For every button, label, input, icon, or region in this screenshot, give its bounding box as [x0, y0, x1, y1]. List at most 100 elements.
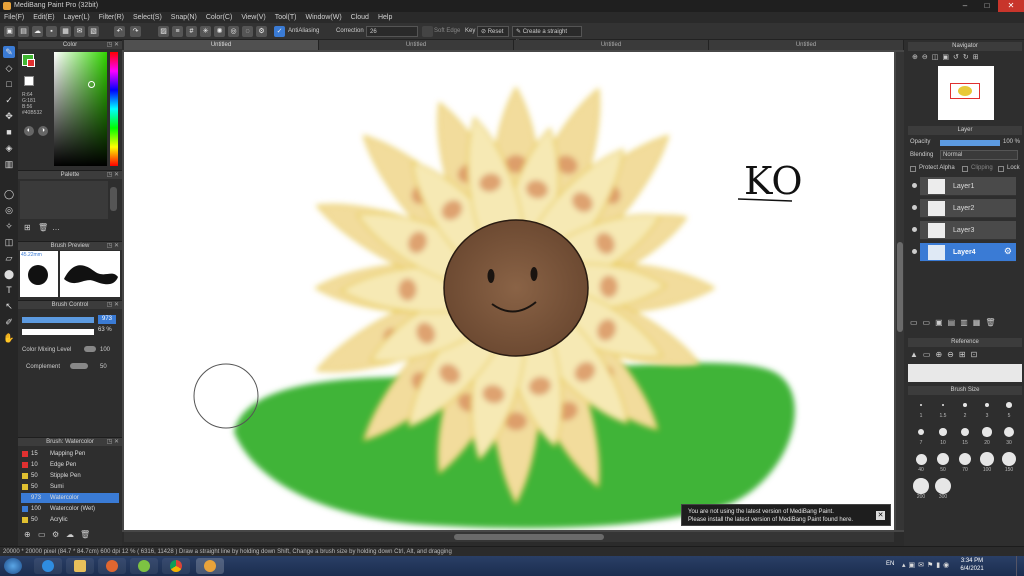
drawing-canvas[interactable]: KO — [124, 52, 894, 530]
brush-size-dot[interactable] — [984, 402, 990, 408]
panel-buttons-icon[interactable]: ◳ ✕ — [107, 41, 119, 50]
menu-select[interactable]: Select(S) — [133, 12, 162, 23]
palette-menu-icon[interactable]: … — [52, 223, 60, 232]
size-value[interactable]: 973 — [98, 315, 116, 324]
color-mode-icon[interactable]: ◐ — [24, 126, 34, 136]
brush-size-dot[interactable] — [963, 403, 967, 407]
taskbar-medibang[interactable] — [130, 558, 158, 574]
brush-size-dot[interactable] — [935, 478, 951, 494]
clipping-checkbox[interactable] — [962, 166, 968, 172]
hand-tool-icon[interactable]: ✋ — [3, 332, 15, 344]
delete-palette-icon[interactable]: 🗑 — [38, 223, 48, 232]
panel-buttons-icon[interactable]: ◳ ✕ — [107, 301, 119, 310]
brush-size-dot[interactable] — [913, 478, 929, 494]
taskbar-media[interactable] — [98, 558, 126, 574]
tray-icons[interactable]: ▴▣✉⚑▮◉ — [902, 561, 952, 569]
horizontal-scrollbar[interactable] — [124, 532, 894, 542]
divide-tool-icon[interactable]: ▱ — [3, 252, 15, 264]
straight-line-button[interactable]: ✎ Create a straight line — [512, 26, 582, 46]
layer-row-1[interactable]: Layer1 — [912, 177, 1016, 196]
export-icon[interactable]: ▦ — [60, 26, 71, 37]
correction-select[interactable]: 26 — [366, 26, 418, 37]
brush-item[interactable]: 50 Stipple Pen — [21, 471, 119, 481]
brush-item[interactable]: 100 Watercolor (Wet) — [21, 504, 119, 514]
brush-item[interactable]: 10 Edge Pen — [21, 460, 119, 470]
brush-item[interactable]: 973 Watercolor — [21, 493, 119, 503]
visibility-icon[interactable] — [912, 227, 917, 232]
gradient-tool-icon[interactable]: ▥ — [3, 158, 15, 170]
brush-size-dot[interactable] — [941, 403, 945, 407]
layer-action-icons[interactable]: ▭▭▣▤▥▦🗑 — [910, 318, 1001, 327]
add-brush-icon[interactable]: ⊕ — [24, 530, 31, 539]
brush-item[interactable]: 15 Mapping Pen — [21, 449, 119, 459]
panel-buttons-icon[interactable]: ◳ ✕ — [107, 242, 119, 251]
show-desktop-button[interactable] — [1016, 556, 1024, 576]
rect-select-icon[interactable]: □ — [3, 78, 15, 90]
antialias-checkbox[interactable]: ✓ — [274, 26, 285, 37]
brush-size-dot[interactable] — [1001, 451, 1017, 467]
panel-buttons-icon[interactable]: ◳ ✕ — [107, 171, 119, 180]
visibility-icon[interactable] — [912, 183, 917, 188]
taskbar-medibang-pro[interactable] — [196, 558, 224, 574]
brush-size-dot[interactable] — [1003, 426, 1015, 438]
visibility-icon[interactable] — [912, 249, 917, 254]
brush-cloud-icon[interactable]: ☁ — [66, 530, 74, 539]
complement-knob[interactable] — [70, 363, 88, 369]
brush-tool-icon[interactable]: ✎ — [3, 46, 15, 58]
tab-canvas-3[interactable]: Untitled — [514, 40, 709, 50]
color-wheel-icon[interactable]: ◑ — [38, 126, 48, 136]
brush-delete-icon[interactable]: 🗑 — [80, 530, 90, 539]
reference-tools[interactable]: ▲▭⊕⊖⊞⊡ — [910, 350, 982, 359]
taskbar-chrome[interactable] — [162, 558, 190, 574]
background-color-swatch[interactable] — [24, 76, 34, 86]
vertical-scrollbar[interactable] — [896, 52, 904, 530]
snap-off-icon[interactable]: ▨ — [158, 26, 169, 37]
menu-file[interactable]: File(F) — [4, 12, 24, 23]
navigator-preview[interactable] — [938, 66, 994, 120]
eyedropper-tool-icon[interactable]: ✐ — [3, 316, 15, 328]
protect-alpha-checkbox[interactable] — [910, 166, 916, 172]
cloud-icon[interactable]: ☁ — [32, 26, 43, 37]
menu-cloud[interactable]: Cloud — [351, 12, 369, 23]
menu-color[interactable]: Color(C) — [206, 12, 232, 23]
tab-canvas-4[interactable]: Untitled — [709, 40, 904, 50]
brush-size-dot[interactable] — [958, 452, 972, 466]
layer-settings-icon[interactable]: ⚙ — [1004, 246, 1012, 257]
brush-size-dot[interactable] — [939, 428, 947, 436]
open-icon[interactable]: ▤ — [18, 26, 29, 37]
menu-edit[interactable]: Edit(E) — [33, 12, 54, 23]
blending-select[interactable]: Normal — [940, 150, 1018, 160]
snap-curve-icon[interactable]: ◌ — [242, 26, 253, 37]
snap-circle-icon[interactable]: ◎ — [228, 26, 239, 37]
start-button-icon[interactable] — [4, 558, 22, 574]
menu-window[interactable]: Window(W) — [305, 12, 341, 23]
visibility-icon[interactable] — [912, 205, 917, 210]
snap-parallel-icon[interactable]: ≡ — [172, 26, 183, 37]
h-scroll-thumb[interactable] — [454, 534, 604, 540]
brush-size-dot[interactable] — [915, 453, 927, 465]
brush-item[interactable]: 50 Acrylic — [21, 515, 119, 525]
share-icon[interactable]: ✉ — [74, 26, 85, 37]
shape-tool-icon[interactable]: ■ — [3, 126, 15, 138]
check-tool-icon[interactable]: ✓ — [3, 94, 15, 106]
taskbar-clock[interactable]: 3:34 PM 6/4/2021 — [952, 557, 992, 573]
select-pen-icon[interactable]: ◎ — [3, 204, 15, 216]
navigator-tools[interactable]: ⊕⊖◫▣↺↻⊞ — [912, 53, 983, 61]
soft-edge-checkbox[interactable] — [422, 26, 433, 37]
brush-item[interactable]: 50 Sumi — [21, 482, 119, 492]
maximize-icon[interactable]: □ — [976, 0, 998, 12]
fill-tool-icon[interactable]: ◈ — [3, 142, 15, 154]
hue-slider[interactable] — [110, 52, 118, 166]
tab-canvas-2[interactable]: Untitled — [319, 40, 514, 50]
move-tool-icon[interactable]: ✥ — [3, 110, 15, 122]
reference-area[interactable] — [908, 364, 1022, 382]
taskbar-explorer[interactable] — [66, 558, 94, 574]
operation-tool-icon[interactable]: ↖ — [3, 300, 15, 312]
brush-size-dot[interactable] — [980, 452, 994, 466]
close-icon[interactable]: ✕ — [998, 0, 1024, 12]
panel-buttons-icon[interactable]: ◳ ✕ — [107, 438, 119, 447]
redo-icon[interactable]: ↷ — [130, 26, 141, 37]
palette-area[interactable] — [20, 181, 108, 219]
brush-folder-icon[interactable]: ▭ — [38, 530, 46, 539]
menu-layer[interactable]: Layer(L) — [64, 12, 90, 23]
